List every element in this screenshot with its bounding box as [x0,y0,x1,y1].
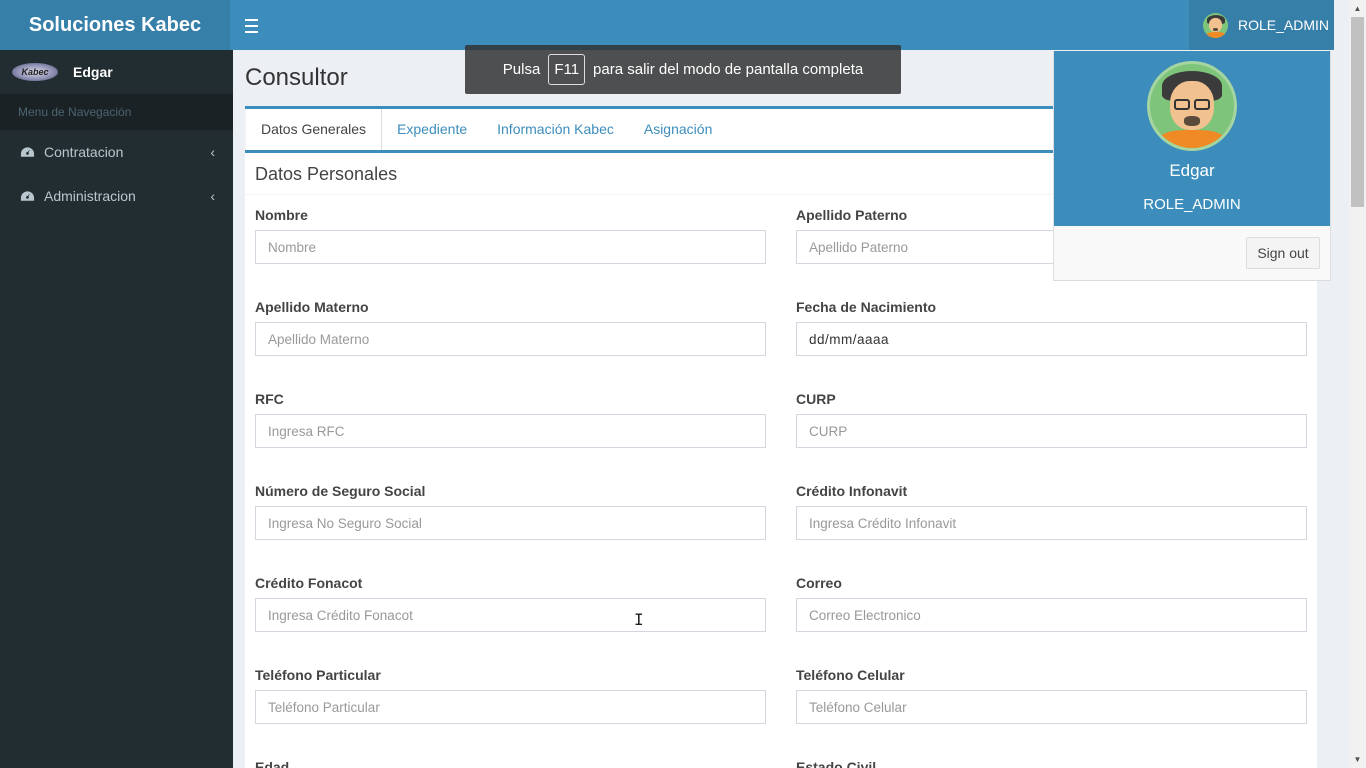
nss-input[interactable] [255,506,766,540]
field-label: Nombre [255,207,308,223]
user-role: ROLE_ADMIN [1143,196,1241,213]
tab-datos-generales[interactable]: Datos Generales [245,109,383,150]
credito-infonavit-input[interactable] [796,506,1307,540]
field-label: Apellido Materno [255,299,369,315]
field-correo: Correo [796,575,1307,632]
user-menu-button[interactable]: ROLE_ADMIN [1189,0,1334,50]
notice-text-after: para salir del modo de pantalla completa [593,61,864,78]
dashboard-icon [20,191,35,201]
notice-text-before: Pulsa [502,61,541,78]
field-edad: Edad [255,759,766,768]
field-label: RFC [255,391,284,407]
user-dropdown: Edgar ROLE_ADMIN Sign out [1053,51,1331,281]
scroll-up-icon[interactable]: ▲ [1349,0,1366,17]
field-nss: Número de Seguro Social [255,483,766,540]
fecha-nacimiento-input[interactable] [796,322,1307,356]
tab-expediente[interactable]: Expediente [382,109,482,150]
field-estado-civil: Estado Civil [796,759,1307,768]
field-nombre: Nombre [255,207,766,264]
scroll-thumb[interactable] [1351,17,1364,207]
avatar-icon [1203,12,1228,38]
avatar-icon [1147,61,1237,151]
field-curp: CURP [796,391,1307,448]
tab-informacion-kabec[interactable]: Información Kabec [482,109,629,150]
sidebar-item-contratacion[interactable]: Contratacion ‹ [0,130,233,174]
nombre-input[interactable] [255,230,766,264]
field-credito-fonacot: Crédito Fonacot [255,575,766,632]
field-label: Crédito Fonacot [255,575,363,591]
sidebar-item-administracion[interactable]: Administracion ‹ [0,174,233,218]
user-name: Edgar [1169,161,1215,180]
field-label: Crédito Infonavit [796,483,908,499]
sidebar-toggle-icon[interactable] [242,14,260,36]
sidebar-user-name: Edgar [73,64,113,80]
rfc-input[interactable] [255,414,766,448]
app-logo[interactable]: Soluciones Kabec [0,0,230,50]
chevron-left-icon: ‹ [210,144,215,160]
dashboard-icon [20,147,35,157]
curp-input[interactable] [796,414,1307,448]
field-rfc: RFC [255,391,766,448]
page-scrollbar[interactable]: ▲ ▼ [1349,0,1366,768]
kabec-logo-icon: Kabec [12,63,58,81]
field-fecha-nacimiento: Fecha de Nacimiento [796,299,1307,356]
nav-header: Menu de Navegación [0,94,233,130]
scroll-down-icon[interactable]: ▼ [1349,751,1366,768]
credito-fonacot-input[interactable] [255,598,766,632]
user-role-label: ROLE_ADMIN [1238,17,1330,33]
field-telefono-celular: Teléfono Celular [796,667,1307,724]
sidebar: Kabec Edgar Menu de Navegación Contratac… [0,50,233,768]
field-credito-infonavit: Crédito Infonavit [796,483,1307,540]
field-label: Edad [255,759,290,768]
tab-asignacion[interactable]: Asignación [629,109,728,150]
chevron-left-icon: ‹ [210,188,215,204]
field-label: Teléfono Celular [796,667,905,683]
field-label: Número de Seguro Social [255,483,426,499]
apellido-materno-input[interactable] [255,322,766,356]
top-navbar: ROLE_ADMIN [230,0,1334,50]
page-title: Consultor [245,64,348,91]
field-label: Teléfono Particular [255,667,381,683]
sidebar-user-panel: Kabec Edgar [0,50,233,94]
field-label: Estado Civil [796,759,877,768]
field-label: CURP [796,391,836,407]
fullscreen-notice: Pulsa F11 para salir del modo de pantall… [465,45,901,94]
correo-input[interactable] [796,598,1307,632]
text-cursor-icon: I [634,610,644,629]
user-dropdown-header: Edgar ROLE_ADMIN [1054,51,1330,226]
field-apellido-materno: Apellido Materno [255,299,766,356]
sidebar-item-label: Contratacion [44,144,124,160]
sign-out-button[interactable]: Sign out [1246,237,1320,269]
field-telefono-particular: Teléfono Particular [255,667,766,724]
sidebar-item-label: Administracion [44,188,136,204]
telefono-celular-input[interactable] [796,690,1307,724]
field-label: Fecha de Nacimiento [796,299,937,315]
telefono-particular-input[interactable] [255,690,766,724]
field-label: Correo [796,575,842,591]
f11-key: F11 [548,54,586,85]
